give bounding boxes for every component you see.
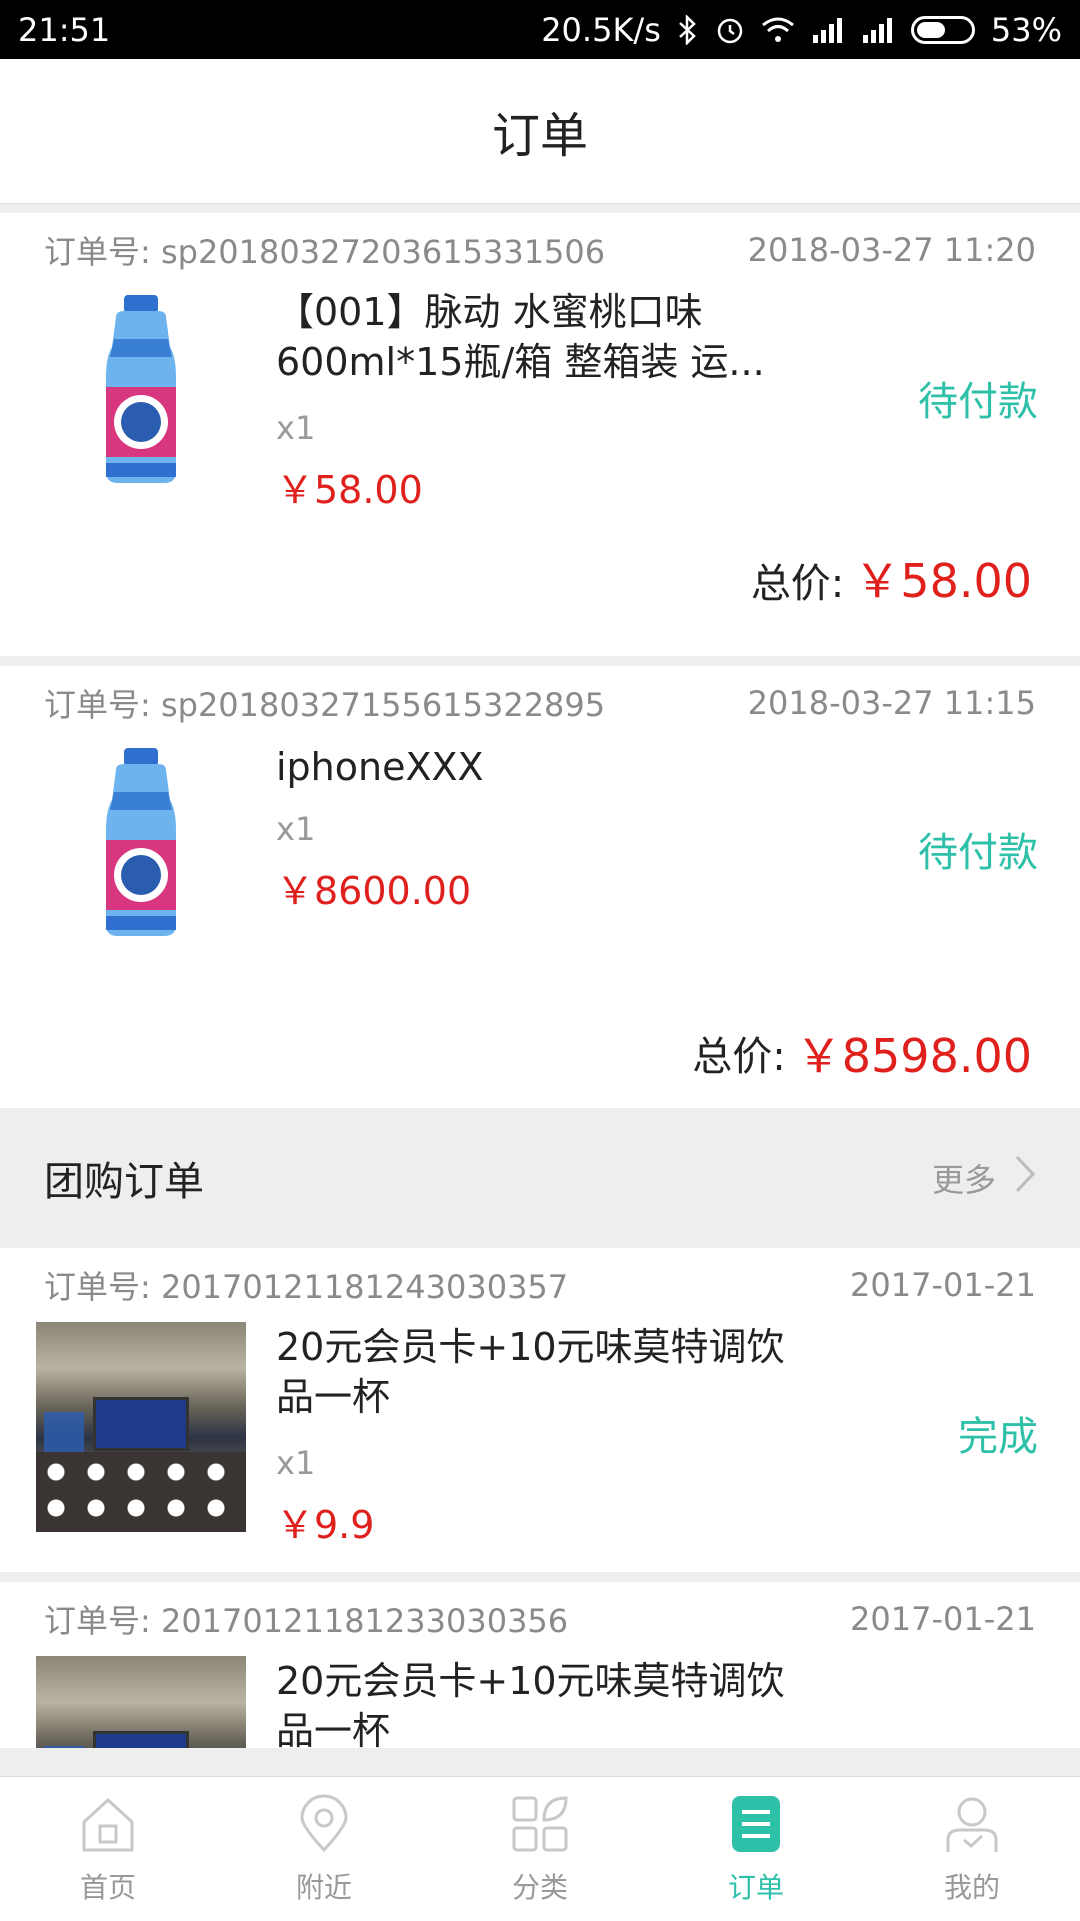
deal-title[interactable]: 20元会员卡+10元味莫特调饮品一杯 — [276, 1656, 796, 1748]
order-status: 待付款 — [918, 379, 1038, 425]
tab-orders[interactable]: 订单 — [648, 1777, 864, 1921]
wifi-icon — [761, 16, 795, 44]
order-list[interactable]: 订单号: sp20180327203615331506 2018-03-27 1… — [0, 203, 1080, 1748]
order-date: 2018-03-27 11:20 — [747, 231, 1036, 269]
more-button[interactable]: 更多 — [932, 1154, 1036, 1202]
group-order-card[interactable]: 订单号: 20170121181233030356 2017-01-21 20元… — [0, 1582, 1080, 1748]
status-time: 21:51 — [18, 10, 111, 49]
deal-title[interactable]: 20元会员卡+10元味莫特调饮品一杯 — [276, 1322, 796, 1422]
deal-image[interactable] — [36, 1656, 246, 1748]
tab-label: 我的 — [943, 1871, 1000, 1904]
total-amount: ￥58.00 — [854, 554, 1032, 608]
tab-profile[interactable]: 我的 — [864, 1777, 1080, 1921]
more-label: 更多 — [931, 1161, 996, 1199]
tab-label: 首页 — [79, 1871, 136, 1904]
order-card[interactable]: 订单号: sp20180327155615322895 2018-03-27 1… — [0, 666, 1080, 1108]
order-number: 订单号: 20170121181233030356 — [44, 1602, 569, 1640]
order-date: 2017-01-21 — [850, 1600, 1036, 1638]
chevron-right-icon — [1014, 1154, 1036, 1202]
order-number: 订单号: sp20180327155615322895 — [44, 686, 606, 724]
battery-percent: 53% — [990, 10, 1062, 49]
total-label: 总价: — [692, 1034, 786, 1080]
status-bar: 21:51 20.5K/s 53% — [0, 0, 1080, 59]
order-date: 2017-01-21 — [850, 1266, 1036, 1304]
order-number: 订单号: 20170121181243030357 — [44, 1268, 569, 1306]
order-status: 待付款 — [918, 830, 1038, 876]
product-title[interactable]: 【001】脉动 水蜜桃口味 600ml*15瓶/箱 整箱装 运... — [276, 287, 796, 387]
order-status: 完成 — [958, 1414, 1038, 1460]
product-price: ￥58.00 — [276, 468, 423, 512]
order-number: 订单号: sp20180327203615331506 — [44, 233, 606, 271]
tab-label: 订单 — [727, 1871, 784, 1904]
deal-image[interactable] — [36, 1322, 246, 1532]
battery-icon — [910, 15, 975, 44]
deal-quantity: x1 — [276, 1444, 316, 1482]
alarm-icon — [715, 15, 745, 45]
bluetooth-icon — [677, 14, 699, 45]
signal-icon — [861, 17, 895, 43]
product-quantity: x1 — [276, 409, 316, 447]
tab-category[interactable]: 分类 — [432, 1777, 648, 1921]
network-speed: 20.5K/s — [541, 10, 661, 49]
product-price: ￥8600.00 — [276, 869, 472, 913]
bottom-tab-bar: 首页 附近 分类 订单 我的 — [0, 1776, 1080, 1921]
product-image[interactable] — [36, 740, 246, 950]
order-icon — [724, 1792, 788, 1860]
order-card[interactable]: 订单号: sp20180327203615331506 2018-03-27 1… — [0, 213, 1080, 656]
tab-home[interactable]: 首页 — [0, 1777, 216, 1921]
category-icon — [508, 1792, 572, 1860]
order-date: 2018-03-27 11:15 — [747, 684, 1036, 722]
tab-label: 分类 — [511, 1871, 568, 1904]
deal-price: ￥9.9 — [276, 1503, 375, 1547]
total-label: 总价: — [750, 561, 845, 607]
location-icon — [292, 1792, 356, 1860]
product-quantity: x1 — [276, 810, 316, 848]
page-header: 订单 — [0, 59, 1080, 204]
tab-label: 附近 — [295, 1871, 352, 1904]
profile-icon — [940, 1792, 1004, 1860]
total-amount: ￥8598.00 — [795, 1029, 1032, 1083]
group-order-card[interactable]: 订单号: 20170121181243030357 2017-01-21 20元… — [0, 1248, 1080, 1572]
section-title: 团购订单 — [44, 1159, 204, 1205]
home-icon — [76, 1792, 140, 1860]
signal-icon — [811, 17, 845, 43]
product-title[interactable]: iphoneXXX — [276, 742, 796, 792]
group-orders-header: 团购订单 更多 — [0, 1108, 1080, 1248]
page-title: 订单 — [491, 108, 588, 164]
tab-nearby[interactable]: 附近 — [216, 1777, 432, 1921]
product-image[interactable] — [36, 287, 246, 497]
